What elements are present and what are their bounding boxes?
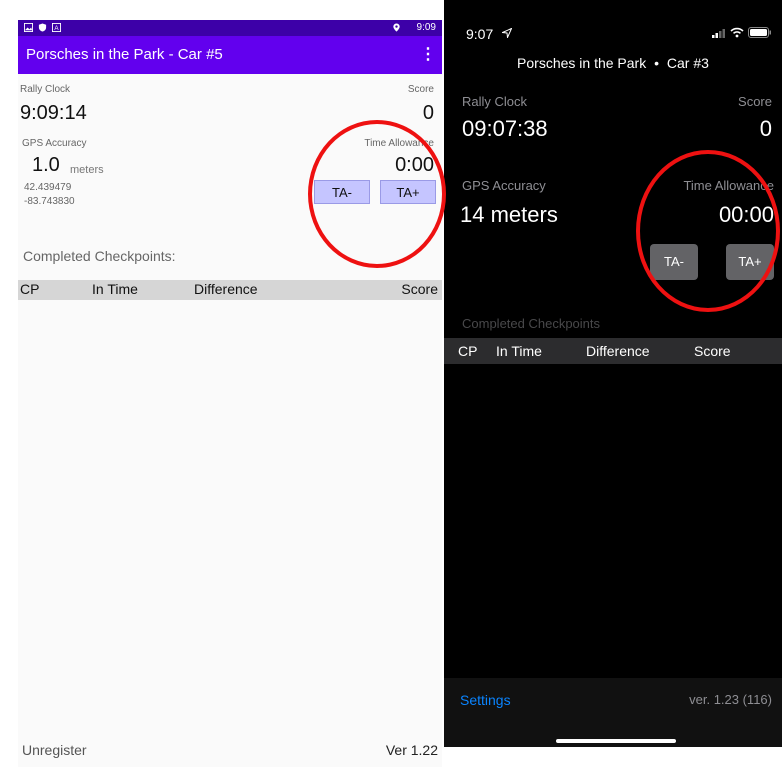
gps-longitude: -83.743830 [24, 196, 75, 207]
column-score: Score [401, 281, 438, 297]
ios-home-indicator[interactable] [556, 739, 676, 743]
ios-gps-accuracy-label: GPS Accuracy [462, 178, 546, 193]
battery-icon [748, 27, 771, 38]
ios-nav-title: Porsches in the Park • Car #3 [444, 55, 782, 71]
unregister-button[interactable]: Unregister [22, 742, 87, 758]
svg-text:A: A [54, 25, 59, 32]
ios-checkpoint-table-header: CP In Time Difference Score [444, 338, 782, 364]
ios-column-in-time: In Time [496, 343, 542, 359]
column-cp: CP [20, 281, 40, 297]
ios-score-label: Score [738, 94, 772, 109]
gps-accuracy-label: GPS Accuracy [22, 138, 87, 149]
highlight-ring-android [308, 120, 446, 268]
column-in-time: In Time [92, 281, 138, 297]
ios-car-number: Car #3 [666, 55, 709, 71]
wifi-icon [730, 27, 744, 38]
gps-accuracy-unit: meters [70, 164, 104, 176]
android-status-time: 9:09 [416, 22, 436, 33]
android-status-bar: A 9:09 [18, 20, 442, 36]
signal-icon [712, 29, 725, 38]
ios-title: Porsches in the Park [517, 55, 647, 71]
location-icon [393, 23, 400, 32]
ios-completed-checkpoints-label: Completed Checkpoints [462, 316, 601, 331]
rally-clock-label: Rally Clock [20, 84, 71, 95]
ios-bottom-bar: Settings ver. 1.23 (116) [444, 678, 782, 747]
score-value: 0 [422, 102, 434, 124]
ios-column-difference: Difference [586, 343, 650, 359]
score-label: Score [407, 84, 434, 95]
ios-version-label: ver. 1.23 (116) [689, 692, 772, 707]
app-title: Porsches in the Park - Car #5 [26, 46, 223, 63]
notification-icon: A [52, 23, 61, 32]
ios-screen: 9:07 Porsches in the Park • Car #3 Rally… [444, 0, 782, 747]
completed-checkpoints-label: Completed Checkpoints: [23, 248, 176, 264]
overflow-menu-icon[interactable]: ⋮ [420, 44, 436, 64]
ios-rally-clock-label: Rally Clock [462, 94, 528, 109]
ios-column-score: Score [694, 343, 731, 359]
shield-icon [38, 23, 47, 32]
version-label: Ver 1.22 [385, 742, 438, 758]
gps-latitude: 42.439479 [24, 182, 72, 193]
ios-title-separator: • [654, 55, 660, 71]
android-app-bar: Porsches in the Park - Car #5 ⋮ [18, 36, 442, 74]
ios-settings-button[interactable]: Settings [460, 692, 511, 708]
ios-column-cp: CP [458, 343, 478, 359]
rally-clock-value: 9:09:14 [20, 102, 87, 124]
highlight-ring-ios [636, 150, 780, 312]
ios-score-value: 0 [759, 116, 772, 141]
location-arrow-icon [502, 28, 512, 38]
ios-status-time: 9:07 [466, 26, 494, 42]
ios-rally-clock-value: 09:07:38 [462, 116, 548, 141]
checkpoint-table-header: CP In Time Difference Score [18, 280, 442, 300]
ios-gps-accuracy-value: 14 meters [460, 202, 558, 227]
image-icon [24, 23, 33, 32]
column-difference: Difference [194, 281, 258, 297]
gps-accuracy-value: 1.0 [32, 154, 60, 176]
